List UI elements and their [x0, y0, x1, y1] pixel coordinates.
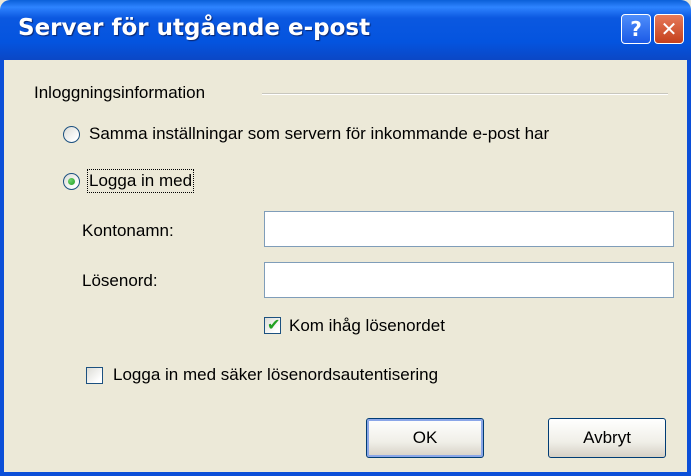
secure-password-auth-checkbox[interactable] [86, 367, 103, 384]
cancel-button[interactable]: Avbryt [548, 418, 666, 458]
radio-log-in-with[interactable] [63, 173, 80, 190]
checkmark-icon: ✔ [267, 315, 281, 334]
password-input[interactable] [264, 262, 674, 298]
account-name-label: Kontonamn: [82, 221, 174, 240]
secure-password-auth-label[interactable]: Logga in med säker lösenordsautentiserin… [113, 365, 438, 385]
close-button[interactable]: ✕ [654, 14, 684, 44]
remember-password-label[interactable]: Kom ihåg lösenordet [289, 316, 445, 336]
group-label: Inloggningsinformation [34, 83, 206, 102]
password-label: Lösenord: [82, 271, 158, 290]
window-frame-left [0, 60, 4, 476]
close-icon: ✕ [660, 17, 678, 41]
question-icon: ? [630, 17, 642, 41]
radio-log-in-with-label[interactable]: Logga in med [86, 169, 195, 193]
help-button[interactable]: ? [621, 14, 651, 44]
ok-button[interactable]: OK [366, 418, 484, 458]
title-bar[interactable]: Server för utgående e-post ? ✕ [0, 0, 691, 60]
radio-selected-dot [68, 178, 75, 185]
group-divider [262, 93, 668, 95]
account-name-input[interactable] [264, 211, 674, 247]
remember-password-checkbox[interactable]: ✔ [264, 315, 281, 334]
window-frame-right [687, 60, 691, 476]
window-title: Server för utgående e-post [18, 15, 371, 41]
radio-same-settings-label[interactable]: Samma inställningar som servern för inko… [89, 124, 549, 144]
window-frame-bottom [0, 472, 691, 476]
radio-same-settings[interactable] [63, 126, 80, 143]
